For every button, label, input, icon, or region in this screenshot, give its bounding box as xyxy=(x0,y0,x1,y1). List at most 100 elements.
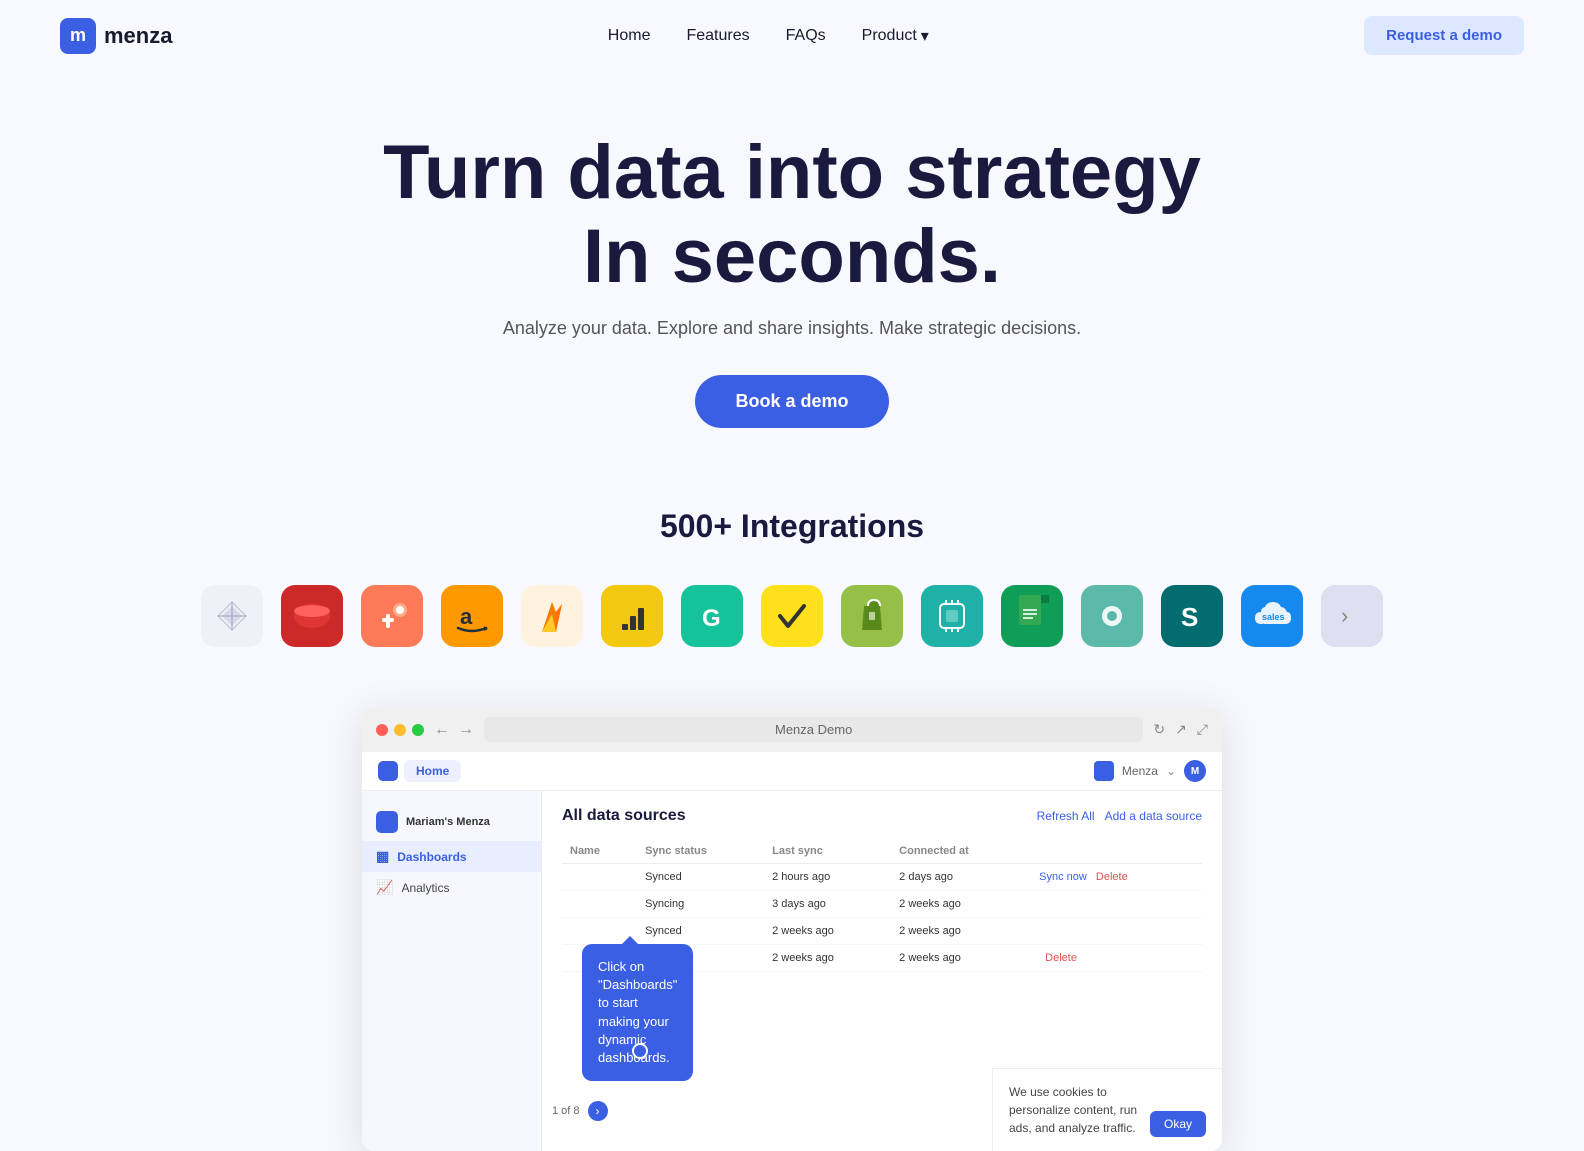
row1-status: Synced xyxy=(637,864,764,891)
svg-text:force: force xyxy=(1262,624,1276,630)
main-header: All data sources Refresh All Add a data … xyxy=(562,807,1202,825)
sidebar-item-analytics[interactable]: 📈 Analytics xyxy=(362,872,541,903)
hero-headline-line1: Turn data into strategy xyxy=(383,130,1201,215)
integration-logo-powerbi xyxy=(601,585,663,647)
row2-name xyxy=(562,891,637,918)
refresh-icon[interactable]: ↻ xyxy=(1153,721,1165,738)
close-dot[interactable] xyxy=(376,724,388,736)
sidebar-item-analytics-label: Analytics xyxy=(401,881,449,895)
row1-name xyxy=(562,864,637,891)
tooltip-footer: 1 of 8 › xyxy=(552,1101,608,1121)
row4-last-sync: 2 weeks ago xyxy=(764,945,891,972)
row4-actions: Delete xyxy=(1031,945,1202,972)
integrations-heading: 500+ Integrations xyxy=(20,508,1564,545)
nav-features[interactable]: Features xyxy=(686,27,749,45)
row1-connected: 2 days ago xyxy=(891,864,1031,891)
home-nav-button[interactable]: Home xyxy=(404,760,461,782)
demo-section: ← → Menza Demo ↻ ↗ ⤢ Home Menza ⌄ M xyxy=(0,677,1584,1151)
svg-text:G: G xyxy=(702,605,721,632)
sidebar-brand: Mariam's Menza xyxy=(362,803,541,841)
expand-icon[interactable]: ⤢ xyxy=(1197,721,1208,738)
table-row: Synced 2 hours ago 2 days ago Sync now D… xyxy=(562,864,1202,891)
main-title: All data sources xyxy=(562,807,686,825)
table-row: Synced 2 weeks ago 2 weeks ago xyxy=(562,918,1202,945)
app-topbar: Home Menza ⌄ M xyxy=(362,752,1222,791)
book-demo-button[interactable]: Book a demo xyxy=(695,375,888,428)
col-name: Name xyxy=(562,839,637,864)
integration-logo-copper xyxy=(1081,585,1143,647)
svg-text:a: a xyxy=(460,604,473,629)
nav-home[interactable]: Home xyxy=(608,27,651,45)
sidebar-item-dashboards[interactable]: ▦ Dashboards xyxy=(362,841,541,872)
browser-window: ← → Menza Demo ↻ ↗ ⤢ Home Menza ⌄ M xyxy=(362,707,1222,1151)
app-topbar-left: Home xyxy=(378,760,461,782)
sidebar-brand-name: Mariam's Menza xyxy=(406,816,490,828)
svg-text:sales: sales xyxy=(1262,612,1285,622)
forward-icon[interactable]: → xyxy=(458,721,474,739)
integration-logo-more: › xyxy=(1321,585,1383,647)
table-row: Syncing 3 days ago 2 weeks ago xyxy=(562,891,1202,918)
app-topbar-right: Menza ⌄ M xyxy=(1094,760,1206,782)
integration-logo-hubspot xyxy=(361,585,423,647)
app-main-content: All data sources Refresh All Add a data … xyxy=(542,791,1222,1151)
row3-last-sync: 2 weeks ago xyxy=(764,918,891,945)
row3-status: Synced xyxy=(637,918,764,945)
integration-logo-circuit xyxy=(921,585,983,647)
delete-button-row4[interactable]: Delete xyxy=(1045,952,1077,964)
analytics-icon: 📈 xyxy=(376,879,393,896)
hero-section: Turn data into strategy In seconds. Anal… xyxy=(0,71,1584,468)
cookie-text: We use cookies to personalize content, r… xyxy=(1009,1083,1138,1137)
navbar: m menza Home Features FAQs Product ▾ Req… xyxy=(0,0,1584,71)
url-bar[interactable]: Menza Demo xyxy=(484,717,1143,742)
logo-text: menza xyxy=(104,23,172,49)
hero-subtext: Analyze your data. Explore and share ins… xyxy=(20,318,1564,339)
row1-actions: Sync now Delete xyxy=(1031,864,1202,891)
integration-logo-firebase xyxy=(521,585,583,647)
browser-nav: ← → xyxy=(434,721,474,739)
integration-logo-amazon: a xyxy=(441,585,503,647)
row2-connected: 2 weeks ago xyxy=(891,891,1031,918)
tooltip-bubble: Click on "Dashboards" to start making yo… xyxy=(582,944,693,1081)
user-avatar[interactable]: M xyxy=(1184,760,1206,782)
integration-logo-salesforce: sales force xyxy=(1241,585,1303,647)
minimize-dot[interactable] xyxy=(394,724,406,736)
sync-now-button[interactable]: Sync now xyxy=(1039,871,1087,883)
nav-links: Home Features FAQs Product ▾ xyxy=(608,26,929,46)
open-icon[interactable]: ↗ xyxy=(1175,721,1187,738)
pagination-label: 1 of 8 xyxy=(552,1105,580,1117)
browser-bar: ← → Menza Demo ↻ ↗ ⤢ xyxy=(362,707,1222,752)
delete-button[interactable]: Delete xyxy=(1096,871,1128,883)
app-logo-small xyxy=(378,761,398,781)
topbar-dropdown-icon[interactable]: ⌄ xyxy=(1166,764,1176,778)
hero-headline: Turn data into strategy In seconds. xyxy=(342,131,1242,298)
request-demo-button[interactable]: Request a demo xyxy=(1364,16,1524,55)
add-datasource-button[interactable]: Add a data source xyxy=(1105,809,1202,823)
integration-logo-sharepoint: S xyxy=(1161,585,1223,647)
app-sidebar: Mariam's Menza ▦ Dashboards 📈 Analytics xyxy=(362,791,542,1151)
topbar-brand-name: Menza xyxy=(1122,764,1158,778)
row1-last-sync: 2 hours ago xyxy=(764,864,891,891)
refresh-all-button[interactable]: Refresh All xyxy=(1037,809,1095,823)
nav-faqs[interactable]: FAQs xyxy=(786,27,826,45)
row2-actions xyxy=(1031,891,1202,918)
cookie-banner: We use cookies to personalize content, r… xyxy=(992,1068,1222,1151)
cookie-ok-button[interactable]: Okay xyxy=(1150,1111,1206,1137)
browser-dots xyxy=(376,724,424,736)
integration-logo-shopify xyxy=(841,585,903,647)
logo[interactable]: m menza xyxy=(60,18,172,54)
app-body: Mariam's Menza ▦ Dashboards 📈 Analytics … xyxy=(362,791,1222,1151)
integrations-section: 500+ Integrations a G xyxy=(0,468,1584,677)
tooltip-next-button[interactable]: › xyxy=(588,1101,608,1121)
maximize-dot[interactable] xyxy=(412,724,424,736)
svg-text:S: S xyxy=(1181,602,1198,632)
dashboards-icon: ▦ xyxy=(376,848,389,865)
nav-product[interactable]: Product ▾ xyxy=(862,26,929,46)
row2-status: Syncing xyxy=(637,891,764,918)
back-icon[interactable]: ← xyxy=(434,721,450,739)
integration-logos-row: a G xyxy=(20,575,1564,657)
sidebar-logo-icon xyxy=(376,811,398,833)
integration-logo-tapfiliate xyxy=(761,585,823,647)
brand-icon-small xyxy=(1094,761,1114,781)
main-actions: Refresh All Add a data source xyxy=(1037,809,1202,823)
col-actions xyxy=(1031,839,1202,864)
